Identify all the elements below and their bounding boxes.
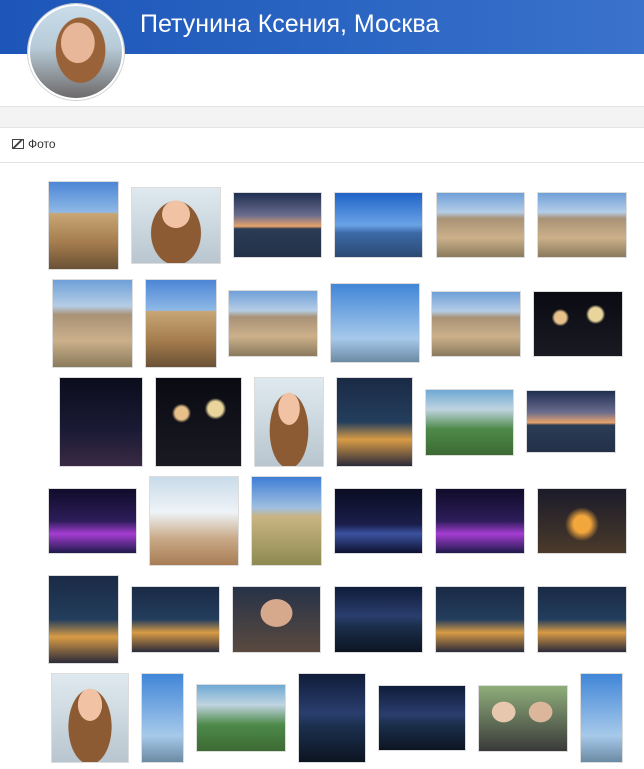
- photo-thumbnail[interactable]: [330, 283, 420, 363]
- photo-thumbnail[interactable]: [131, 586, 220, 653]
- tab-photos[interactable]: Фото: [12, 136, 56, 152]
- photo-thumbnail[interactable]: [298, 673, 366, 763]
- photo-thumbnail[interactable]: [436, 192, 525, 258]
- photo-thumbnail[interactable]: [145, 279, 217, 368]
- photo-thumbnail[interactable]: [378, 685, 466, 751]
- photo-thumbnail[interactable]: [334, 586, 423, 653]
- profile-title: Петунина Ксения, Москва: [140, 10, 440, 38]
- photo-thumbnail[interactable]: [232, 586, 321, 653]
- avatar[interactable]: [28, 4, 124, 100]
- section-divider: [0, 162, 644, 163]
- photo-thumbnail[interactable]: [435, 488, 525, 554]
- photo-thumbnail[interactable]: [251, 476, 322, 566]
- photo-thumbnail[interactable]: [228, 290, 318, 357]
- photo-thumbnail[interactable]: [334, 192, 423, 258]
- photo-thumbnail[interactable]: [59, 377, 143, 467]
- photo-thumbnail[interactable]: [537, 488, 627, 554]
- photo-thumbnail[interactable]: [431, 291, 521, 357]
- tab-photos-label: Фото: [28, 137, 56, 151]
- photo-thumbnail[interactable]: [537, 192, 627, 258]
- photo-thumbnail[interactable]: [155, 377, 242, 467]
- photo-thumbnail[interactable]: [334, 488, 423, 554]
- photo-icon: [12, 139, 24, 149]
- photo-thumbnail[interactable]: [537, 586, 627, 653]
- photo-thumbnail[interactable]: [196, 684, 286, 752]
- photo-thumbnail[interactable]: [51, 673, 129, 763]
- photo-thumbnail[interactable]: [478, 685, 568, 752]
- photo-thumbnail[interactable]: [580, 673, 623, 763]
- photo-thumbnail[interactable]: [533, 291, 623, 357]
- photo-thumbnail[interactable]: [52, 279, 133, 368]
- photo-thumbnail[interactable]: [435, 586, 525, 653]
- photo-thumbnail[interactable]: [233, 192, 322, 258]
- photo-thumbnail[interactable]: [48, 575, 119, 664]
- photo-thumbnail[interactable]: [141, 673, 184, 763]
- photo-thumbnail[interactable]: [131, 187, 221, 264]
- photo-thumbnail[interactable]: [336, 377, 413, 467]
- photo-thumbnail[interactable]: [48, 181, 119, 270]
- profile-separator: [0, 106, 644, 128]
- photo-thumbnail[interactable]: [425, 389, 514, 456]
- photo-thumbnail[interactable]: [149, 476, 239, 566]
- photo-thumbnail[interactable]: [526, 390, 616, 453]
- photo-thumbnail[interactable]: [48, 488, 137, 554]
- photo-thumbnail[interactable]: [254, 377, 324, 467]
